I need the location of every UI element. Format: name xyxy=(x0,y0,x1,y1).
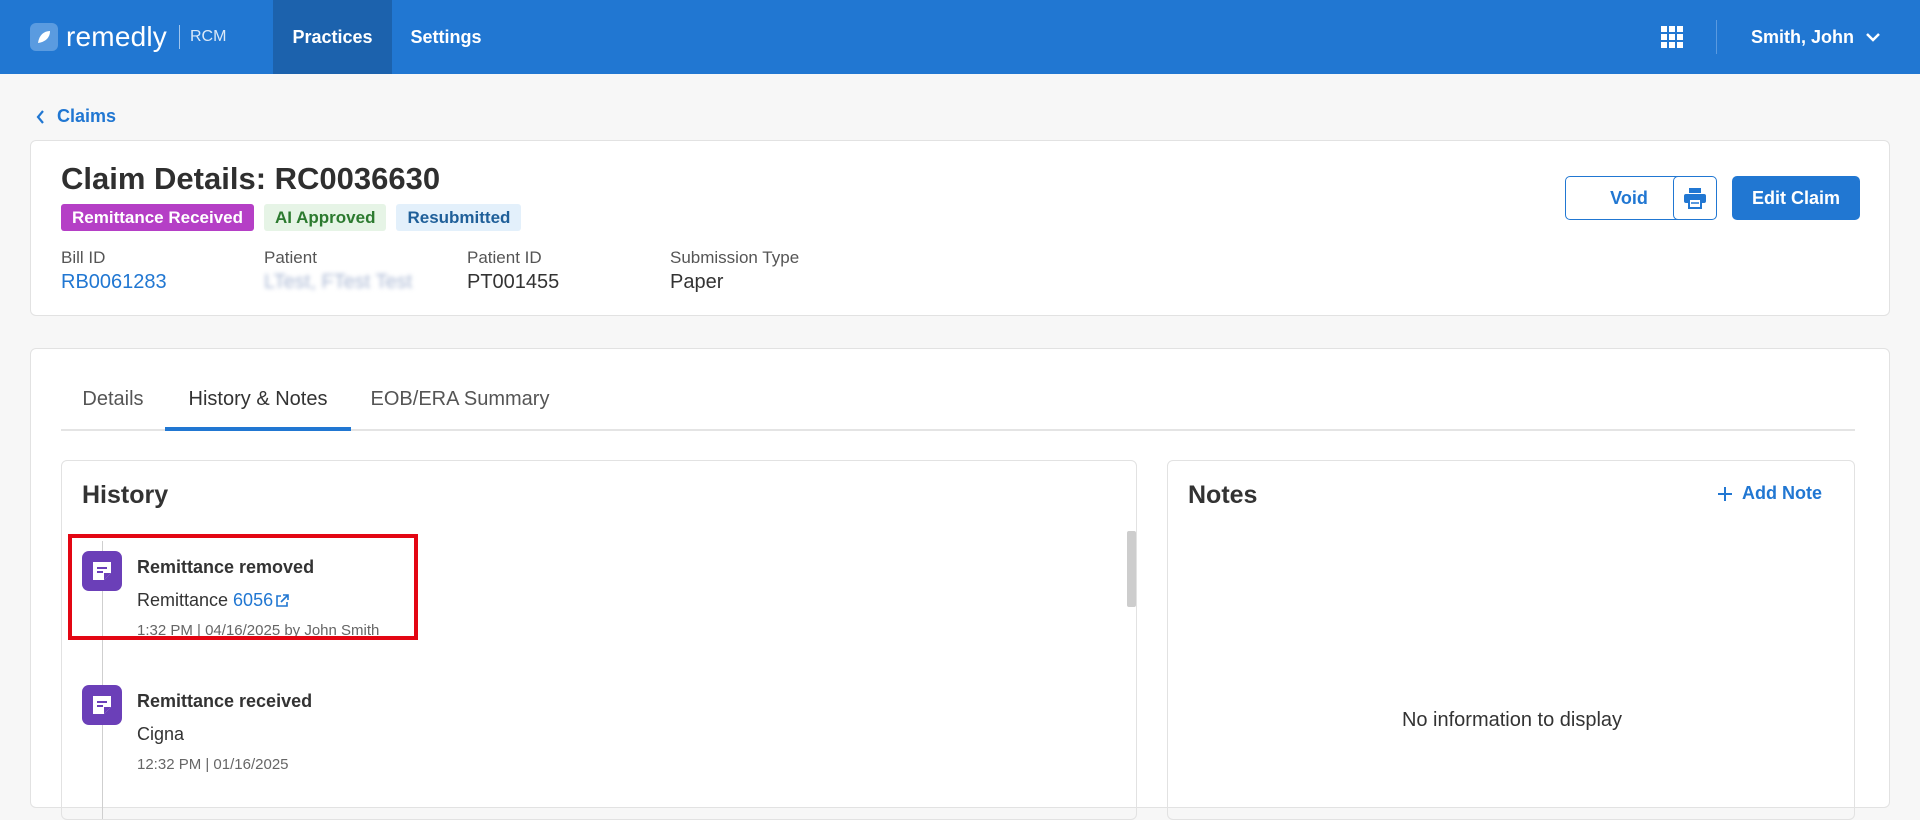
add-note-button[interactable]: Add Note xyxy=(1718,483,1822,504)
grid-icon[interactable] xyxy=(1661,26,1683,48)
top-nav-bar: remedly RCM Practices Settings Smith, Jo… xyxy=(0,0,1920,74)
notes-title: Notes xyxy=(1188,481,1258,509)
logo-divider xyxy=(179,25,180,49)
print-button[interactable] xyxy=(1673,176,1717,220)
chevron-down-icon xyxy=(1866,33,1880,42)
status-badge-ai-approved: AI Approved xyxy=(264,204,387,231)
meta-label: Submission Type xyxy=(670,248,800,267)
meta-patient: Patient LTest, FTest Test xyxy=(264,248,412,294)
patient-id-value: PT001455 xyxy=(467,271,560,293)
user-name: Smith, John xyxy=(1751,26,1854,47)
history-item-time: 12:32 PM | 01/16/2025 xyxy=(137,756,289,773)
history-item-title: Remittance received xyxy=(137,691,313,711)
meta-submission-type: Submission Type Paper xyxy=(670,248,799,294)
printer-icon xyxy=(1684,188,1706,209)
status-badges: Remittance Received AI Approved Resubmit… xyxy=(61,204,522,231)
logo-subtitle: RCM xyxy=(190,28,227,45)
back-to-claims-link[interactable]: Claims xyxy=(36,106,116,127)
status-badge-remittance: Remittance Received xyxy=(61,204,255,231)
highlight-box xyxy=(68,534,418,640)
notes-empty-message: No information to display xyxy=(1401,709,1623,731)
tab-details[interactable]: Details xyxy=(61,383,165,429)
nav-practices[interactable]: Practices xyxy=(273,0,392,74)
meta-label: Bill ID xyxy=(61,248,106,267)
logo[interactable]: remedly RCM xyxy=(30,21,227,52)
notes-panel: Notes Add Note No information to display xyxy=(1167,460,1855,820)
plus-icon xyxy=(1718,486,1732,501)
meta-bill-id: Bill ID RB0061283 xyxy=(61,248,167,294)
add-note-label: Add Note xyxy=(1742,483,1822,503)
nav-divider xyxy=(1716,20,1717,54)
history-panel: History Remittance removed Remittance 60… xyxy=(61,460,1137,820)
history-title: History xyxy=(82,481,169,509)
status-badge-resubmitted: Resubmitted xyxy=(396,204,522,231)
leaf-logo-icon xyxy=(30,23,58,51)
chevron-left-icon xyxy=(36,109,44,124)
edit-claim-button[interactable]: Edit Claim xyxy=(1732,176,1860,220)
user-menu[interactable]: Smith, John xyxy=(1751,0,1880,74)
meta-patient-id: Patient ID PT001455 xyxy=(467,248,559,294)
note-icon xyxy=(82,685,122,725)
logo-text: remedly xyxy=(66,21,167,52)
claim-tabs: Details History & Notes EOB/ERA Summary xyxy=(61,383,1855,431)
page-title: Claim Details: RC0036630 xyxy=(61,161,441,196)
claim-content-card: Details History & Notes EOB/ERA Summary … xyxy=(30,348,1890,820)
submission-type-value: Paper xyxy=(670,271,724,293)
tab-eob-era-summary[interactable]: EOB/ERA Summary xyxy=(351,383,569,429)
history-item-desc: Cigna xyxy=(137,724,185,744)
claim-header-card: Claim Details: RC0036630 Remittance Rece… xyxy=(30,140,1890,316)
patient-name-link[interactable]: LTest, FTest Test xyxy=(264,271,412,294)
tab-history-notes[interactable]: History & Notes xyxy=(165,383,351,431)
bill-id-link[interactable]: RB0061283 xyxy=(61,271,167,294)
back-link-label: Claims xyxy=(57,106,117,126)
meta-label: Patient xyxy=(264,248,317,267)
history-scrollbar-thumb[interactable] xyxy=(1127,531,1136,607)
nav-settings[interactable]: Settings xyxy=(392,0,500,74)
meta-label: Patient ID xyxy=(467,248,542,267)
